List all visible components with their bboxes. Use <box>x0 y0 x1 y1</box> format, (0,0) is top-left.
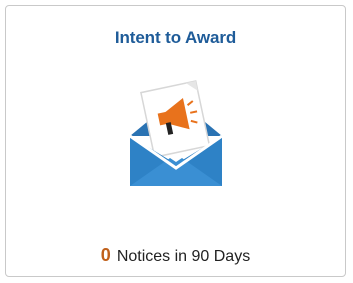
tile-title: Intent to Award <box>114 28 237 47</box>
envelope-megaphone-icon <box>129 78 223 188</box>
tile-footer: 0 Notices in 90 Days <box>6 245 345 266</box>
intent-to-award-tile[interactable]: Intent to Award 0 Notices in 90 Days <box>5 5 346 277</box>
notice-caption: Notices in 90 Days <box>116 248 251 265</box>
notice-count: 0 <box>100 245 111 265</box>
